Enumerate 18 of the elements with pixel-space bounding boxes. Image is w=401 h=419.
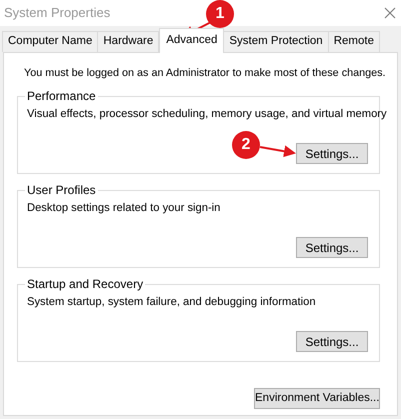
group-title: Performance <box>25 89 98 103</box>
tab[interactable]: Advanced <box>159 28 224 53</box>
environment-variables-button[interactable]: Environment Variables... <box>254 388 380 409</box>
group-title: Startup and Recovery <box>25 277 146 291</box>
window-title: System Properties <box>4 4 110 22</box>
close-icon[interactable] <box>384 7 396 19</box>
group-description: System startup, system failure, and debugging information <box>27 295 316 309</box>
settings-button[interactable]: Settings... <box>296 143 368 164</box>
tab[interactable]: Remote <box>328 31 380 52</box>
group-description: Desktop settings related to your sign-in <box>27 201 220 215</box>
tab[interactable]: Hardware <box>97 31 160 52</box>
group-description: Visual effects, processor scheduling, memory usage, and virtual memory <box>27 107 387 121</box>
settings-button[interactable]: Settings... <box>296 237 368 258</box>
settings-button[interactable]: Settings... <box>296 331 368 352</box>
annotation-arrow <box>259 143 297 159</box>
tab[interactable]: Computer Name <box>2 31 98 52</box>
group-title: User Profiles <box>25 183 98 197</box>
notice-text: You must be logged on as an Administrator to make most of these changes. <box>24 66 386 80</box>
